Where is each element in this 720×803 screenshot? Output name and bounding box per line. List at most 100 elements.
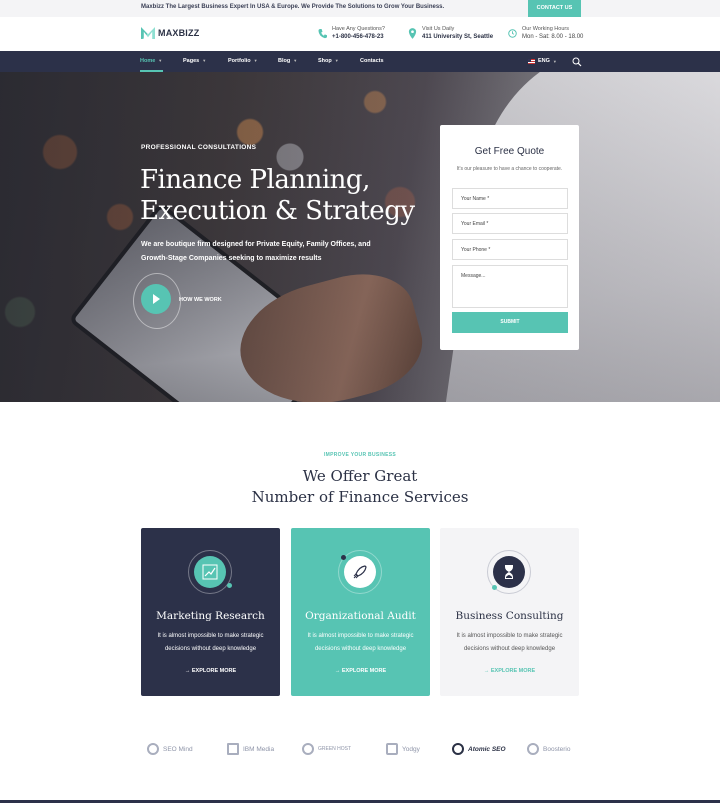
chevron-down-icon: ▼ <box>552 58 557 64</box>
chevron-down-icon: ▼ <box>293 58 298 63</box>
phone-field[interactable]: Your Phone * <box>452 239 568 260</box>
phone-icon <box>318 29 327 39</box>
hero-title-line-1: Finance Planning, <box>140 165 370 195</box>
name-field[interactable]: Your Name * <box>452 188 568 209</box>
header-address-info: Visit Us Daily 411 University St, Seattl… <box>408 25 493 41</box>
card-description: It is almost impossible to make strategi… <box>157 633 264 652</box>
site-header: MAXBIZZ Have Any Questions? +1-800-456-4… <box>0 17 720 51</box>
brand-logo-atomic-seo[interactable]: Atomic SEO <box>452 743 506 755</box>
logo-text: MAXBIZZ <box>158 28 200 38</box>
services-title-line-1: We Offer Great <box>302 467 418 485</box>
how-we-work-link[interactable]: HOW WE WORK <box>179 297 222 303</box>
hours-value: Mon - Sat: 8.00 - 18.00 <box>522 34 584 40</box>
hero-title-line-2: Execution & Strategy <box>140 196 415 226</box>
header-hours-info: Our Working Hours Mon - Sat: 8.00 - 18.0… <box>508 25 583 41</box>
email-field[interactable]: Your Email * <box>452 213 568 234</box>
card-decor-dot <box>227 583 232 588</box>
chevron-down-icon: ▼ <box>202 58 207 63</box>
logo-icon <box>141 27 155 39</box>
clock-icon <box>508 29 517 38</box>
card-icon-circle <box>493 556 525 588</box>
message-field[interactable]: Message... <box>452 265 568 308</box>
brand-icon <box>452 743 464 755</box>
address-label: Visit Us Daily <box>422 26 455 32</box>
card-title: Business Consulting <box>455 610 564 622</box>
brand-icon <box>227 743 239 755</box>
nav-item-blog[interactable]: Blog ▼ <box>278 58 297 64</box>
explore-more-link[interactable]: → EXPLORE MORE <box>141 668 280 674</box>
hero-subtitle: We are boutique firm designed for Privat… <box>141 241 371 262</box>
brand-logo-yodgy[interactable]: Yodgy <box>386 743 420 755</box>
hours-label: Our Working Hours <box>522 26 569 32</box>
explore-more-label: EXPLORE MORE <box>341 668 387 674</box>
card-title: Marketing Research <box>156 610 265 622</box>
service-card-business-consulting[interactable]: Business Consulting It is almost impossi… <box>440 528 579 696</box>
nav-item-label: Home <box>140 58 156 64</box>
brand-name: Boosterio <box>543 745 571 753</box>
brand-icon <box>527 743 539 755</box>
nav-item-shop[interactable]: Shop ▼ <box>318 58 339 64</box>
brand-name: SEO Mind <box>163 745 193 753</box>
services-kicker: IMPROVE YOUR BUSINESS <box>323 452 397 458</box>
logo[interactable]: MAXBIZZ <box>141 27 199 39</box>
top-bar-message: Maxbizz The Largest Business Expert In U… <box>141 4 445 10</box>
arrow-right-icon: → <box>184 668 192 674</box>
contact-us-button[interactable]: CONTACT US <box>528 0 581 17</box>
brand-name: GREEN HOST <box>318 746 352 752</box>
quote-form: Get Free Quote It's our pleasure to have… <box>440 125 579 350</box>
brand-logo-boosterio[interactable]: Boosterio <box>527 743 570 755</box>
card-decor-dot <box>341 555 346 560</box>
nav-item-label: Shop <box>318 58 332 64</box>
service-card-organizational-audit[interactable]: Organizational Audit It is almost imposs… <box>291 528 430 696</box>
service-card-marketing-research[interactable]: Marketing Research It is almost impossib… <box>141 528 280 696</box>
brand-icon <box>147 743 159 755</box>
us-flag-icon <box>528 58 535 64</box>
main-nav: Home ▼ Pages ▼ Portfolio ▼ Blog ▼ Shop ▼ Cont… <box>0 51 720 72</box>
brand-icon <box>302 743 314 755</box>
brand-logos-row: SEO Mind IBM Media GREEN HOST Yodgy Atom… <box>0 740 720 760</box>
language-selector[interactable]: ENG ▼ <box>528 58 557 64</box>
header-phone-info: Have Any Questions? +1-800-456-478-23 <box>318 25 385 41</box>
explore-more-label: EXPLORE MORE <box>490 668 536 674</box>
phone-label: Have Any Questions? <box>332 26 385 32</box>
nav-item-label: Blog <box>278 58 291 64</box>
play-button[interactable] <box>141 284 171 314</box>
phone-number[interactable]: +1-800-456-478-23 <box>332 33 385 41</box>
nav-item-home[interactable]: Home ▼ <box>140 58 162 64</box>
search-icon[interactable] <box>572 57 582 67</box>
card-decor-dot <box>492 585 497 590</box>
hourglass-icon <box>505 565 513 579</box>
chart-icon <box>202 564 218 580</box>
brand-logo-seo-mind[interactable]: SEO Mind <box>147 743 193 755</box>
explore-more-link[interactable]: → EXPLORE MORE <box>440 668 579 674</box>
nav-item-pages[interactable]: Pages ▼ <box>183 58 206 64</box>
nav-item-portfolio[interactable]: Portfolio ▼ <box>228 58 258 64</box>
brand-name: IBM Media <box>243 745 275 753</box>
quote-form-subtitle: It's our pleasure to have a chance to co… <box>456 166 563 172</box>
hero-section: PROFESSIONAL CONSULTATIONS Finance Plann… <box>0 72 720 402</box>
brand-logo-green-host[interactable]: GREEN HOST <box>302 743 351 755</box>
chevron-down-icon: ▼ <box>334 58 339 63</box>
chevron-down-icon: ▼ <box>158 58 163 63</box>
brand-name: Yodgy <box>402 745 420 753</box>
hero-kicker: PROFESSIONAL CONSULTATIONS <box>141 144 257 151</box>
location-pin-icon <box>408 28 417 39</box>
hero-overlay <box>0 72 720 402</box>
card-description: It is almost impossible to make strategi… <box>456 633 563 652</box>
submit-button[interactable]: SUBMIT <box>452 312 568 333</box>
arrow-right-icon: → <box>334 668 342 674</box>
nav-item-contacts[interactable]: Contacts <box>360 58 384 64</box>
brand-icon <box>386 743 398 755</box>
nav-item-label: Portfolio <box>228 58 251 64</box>
brand-logo-ibm-media[interactable]: IBM Media <box>227 743 274 755</box>
nav-item-label: Contacts <box>360 58 384 64</box>
explore-more-link[interactable]: → EXPLORE MORE <box>291 668 430 674</box>
nav-item-label: Pages <box>183 58 200 64</box>
card-icon-circle <box>194 556 226 588</box>
services-title-line-2: Number of Finance Services <box>251 488 469 506</box>
card-title: Organizational Audit <box>305 610 416 622</box>
brand-name: Atomic SEO <box>468 745 506 753</box>
arrow-right-icon: → <box>483 668 491 674</box>
top-bar: Maxbizz The Largest Business Expert In U… <box>0 0 720 17</box>
address-value: 411 University St, Seattle <box>422 34 494 40</box>
